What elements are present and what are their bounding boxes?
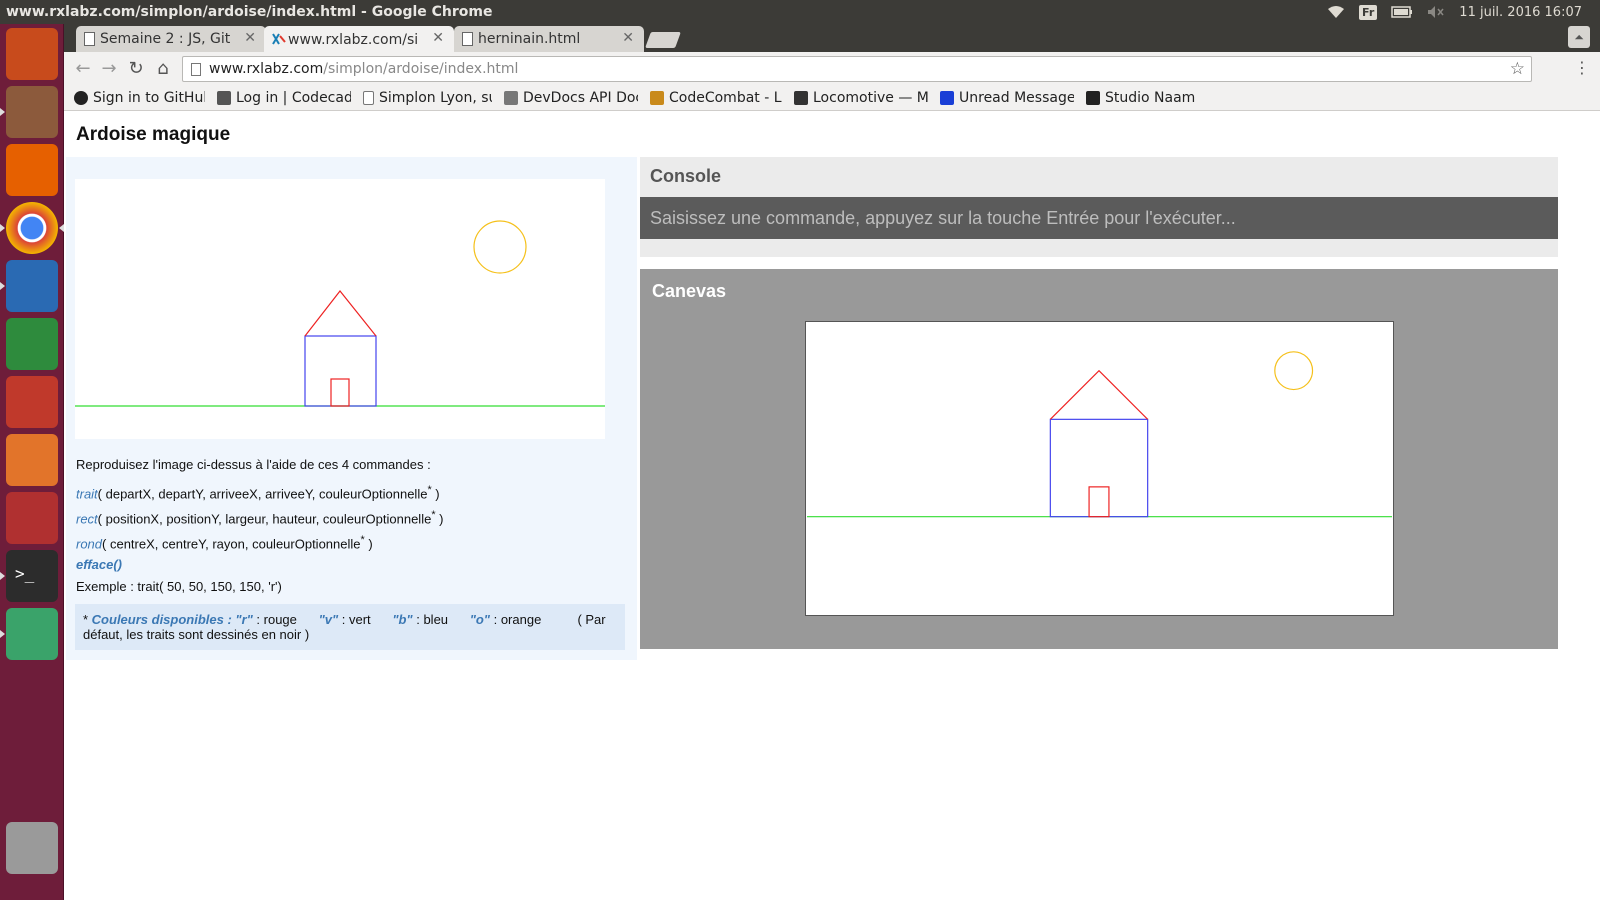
- page-icon: [462, 32, 473, 46]
- github-icon: [74, 90, 88, 105]
- reload-button[interactable]: ↻: [125, 58, 147, 80]
- locomotive-icon: [794, 90, 808, 105]
- intro-text: Reproduisez l'image ci-dessus à l'aide d…: [76, 457, 431, 472]
- keyboard-icon[interactable]: Fr: [1359, 4, 1378, 20]
- devdocs-icon: [504, 90, 518, 105]
- house-roof: [304, 290, 377, 337]
- bookmark-item[interactable]: CodeCombat - Le: [650, 90, 782, 106]
- bookmark-label: Sign in to GitHub: [93, 89, 205, 106]
- close-icon[interactable]: ✕: [432, 30, 444, 46]
- volume-muted-icon[interactable]: [1427, 5, 1445, 19]
- page-content: Ardoise magique Reproduisez l'image ci-d…: [64, 112, 1600, 900]
- chrome-menu-icon[interactable]: ⋮: [1574, 58, 1590, 77]
- tab-herninain[interactable]: herninain.html ✕: [454, 26, 644, 52]
- drawing-canvas[interactable]: [805, 321, 1394, 616]
- unity-launcher: >_: [0, 24, 64, 900]
- page-icon: [191, 63, 201, 76]
- keyboard-layout: Fr: [1359, 4, 1378, 20]
- command-rect: rect( positionX, positionY, largeur, hau…: [76, 509, 444, 527]
- tab-label: herninain.html: [478, 31, 581, 47]
- launcher-trash-icon[interactable]: [6, 822, 58, 874]
- bookmark-star-icon[interactable]: ☆: [1510, 59, 1525, 79]
- tab-rxlabz[interactable]: www.rxlabz.com/si ✕: [264, 26, 454, 53]
- bookmark-item[interactable]: Unread Message: [940, 90, 1074, 106]
- close-icon[interactable]: ✕: [622, 30, 634, 46]
- launcher-terminal-icon[interactable]: >_: [0, 550, 58, 602]
- bookmark-item[interactable]: Locomotive — M: [794, 90, 928, 106]
- bookmark-item[interactable]: Studio Naam: [1086, 90, 1195, 106]
- house-body: [304, 335, 377, 407]
- launcher-firefox-icon[interactable]: [6, 144, 58, 196]
- model-image: [75, 179, 605, 439]
- launcher-atom-icon[interactable]: [0, 608, 58, 660]
- launcher-software-center-icon[interactable]: [6, 434, 58, 486]
- command-trait: trait( departX, departY, arriveeX, arriv…: [76, 484, 440, 502]
- clock[interactable]: 11 juil. 2016 16:07: [1459, 5, 1582, 20]
- bookmark-item[interactable]: Sign in to GitHub: [74, 90, 205, 106]
- url-path: /simplon/ardoise/index.html: [323, 61, 519, 77]
- instructions-text: Reproduisez l'image ci-dessus à l'aide d…: [76, 455, 626, 602]
- codecombat-icon: [650, 90, 664, 105]
- instructions-panel: Reproduisez l'image ci-dessus à l'aide d…: [66, 157, 637, 660]
- bookmark-label: DevDocs API Doc: [523, 89, 638, 106]
- house-body: [1049, 418, 1149, 518]
- page-icon: [84, 32, 95, 46]
- sun-circle: [473, 220, 527, 274]
- bookmarks-bar: Sign in to GitHub Log in | Codecad Simplon…: [64, 85, 1600, 111]
- url-host: www.rxlabz.com: [209, 61, 324, 77]
- profile-icon[interactable]: ⏶: [1568, 26, 1590, 48]
- address-bar[interactable]: www.rxlabz.com/simplon/ardoise/index.htm…: [182, 56, 1532, 82]
- tab-label: www.rxlabz.com/si: [288, 31, 419, 48]
- bookmark-label: Unread Message: [959, 89, 1074, 106]
- page-title: Ardoise magique: [76, 124, 231, 145]
- wifi-icon[interactable]: [1327, 5, 1345, 19]
- house-door: [1088, 486, 1110, 518]
- page-icon: [363, 90, 374, 105]
- browser-toolbar: ← → ↻ ⌂ www.rxlabz.com/simplon/ardoise/i…: [64, 52, 1600, 85]
- forward-button[interactable]: →: [98, 58, 120, 80]
- launcher-files-icon[interactable]: [0, 86, 58, 138]
- messenger-icon: [940, 90, 954, 105]
- example-text: Exemple : trait( 50, 50, 150, 150, 'r'): [76, 579, 282, 594]
- new-tab-button[interactable]: [645, 32, 681, 48]
- sun-circle: [1274, 351, 1314, 391]
- tab-bar: Semaine 2 : JS, Git ✕ www.rxlabz.com/si …: [64, 24, 1600, 53]
- bookmark-label: Log in | Codecad: [236, 89, 351, 106]
- back-button[interactable]: ←: [72, 58, 94, 80]
- console-panel: Console: [640, 157, 1558, 257]
- bookmark-label: CodeCombat - Le: [669, 89, 782, 106]
- launcher-libreoffice-impress-icon[interactable]: [6, 376, 58, 428]
- bookmark-item[interactable]: Log in | Codecad: [217, 90, 351, 106]
- bookmark-label: Simplon Lyon, su: [379, 89, 492, 106]
- colors-note: * Couleurs disponibles : "r" : rouge "v"…: [75, 604, 625, 650]
- launcher-libreoffice-calc-icon[interactable]: [6, 318, 58, 370]
- launcher-ubuntu-dash-icon[interactable]: [6, 28, 58, 80]
- codecademy-icon: [217, 90, 231, 105]
- command-efface: efface(): [76, 557, 123, 572]
- tab-semaine[interactable]: Semaine 2 : JS, Git ✕: [76, 26, 266, 52]
- command-input[interactable]: [640, 197, 1558, 239]
- canvas-panel: Canevas: [640, 269, 1558, 649]
- window-title: www.rxlabz.com/simplon/ardoise/index.htm…: [6, 4, 493, 20]
- bookmark-item[interactable]: Simplon Lyon, su: [363, 90, 492, 106]
- launcher-chrome-icon[interactable]: [0, 202, 64, 254]
- battery-icon[interactable]: [1391, 6, 1413, 18]
- system-top-panel: www.rxlabz.com/simplon/ardoise/index.htm…: [0, 0, 1600, 24]
- studio-naam-icon: [1086, 90, 1100, 105]
- console-title: Console: [650, 166, 722, 186]
- rxlabz-icon: [272, 32, 286, 46]
- canvas-title: Canevas: [652, 281, 727, 301]
- home-button[interactable]: ⌂: [152, 58, 174, 80]
- tab-label: Semaine 2 : JS, Git: [100, 31, 231, 47]
- launcher-libreoffice-writer-icon[interactable]: [0, 260, 58, 312]
- system-indicators: Fr 11 juil. 2016 16:07: [1327, 4, 1600, 20]
- bookmark-item[interactable]: DevDocs API Doc: [504, 90, 638, 106]
- bookmark-label: Locomotive — M: [813, 89, 928, 106]
- house-roof: [1049, 369, 1149, 420]
- house-door: [330, 378, 350, 407]
- launcher-system-settings-icon[interactable]: [6, 492, 58, 544]
- command-rond: rond( centreX, centreY, rayon, couleurOp…: [76, 534, 373, 552]
- bookmark-label: Studio Naam: [1105, 89, 1196, 106]
- close-icon[interactable]: ✕: [244, 30, 256, 46]
